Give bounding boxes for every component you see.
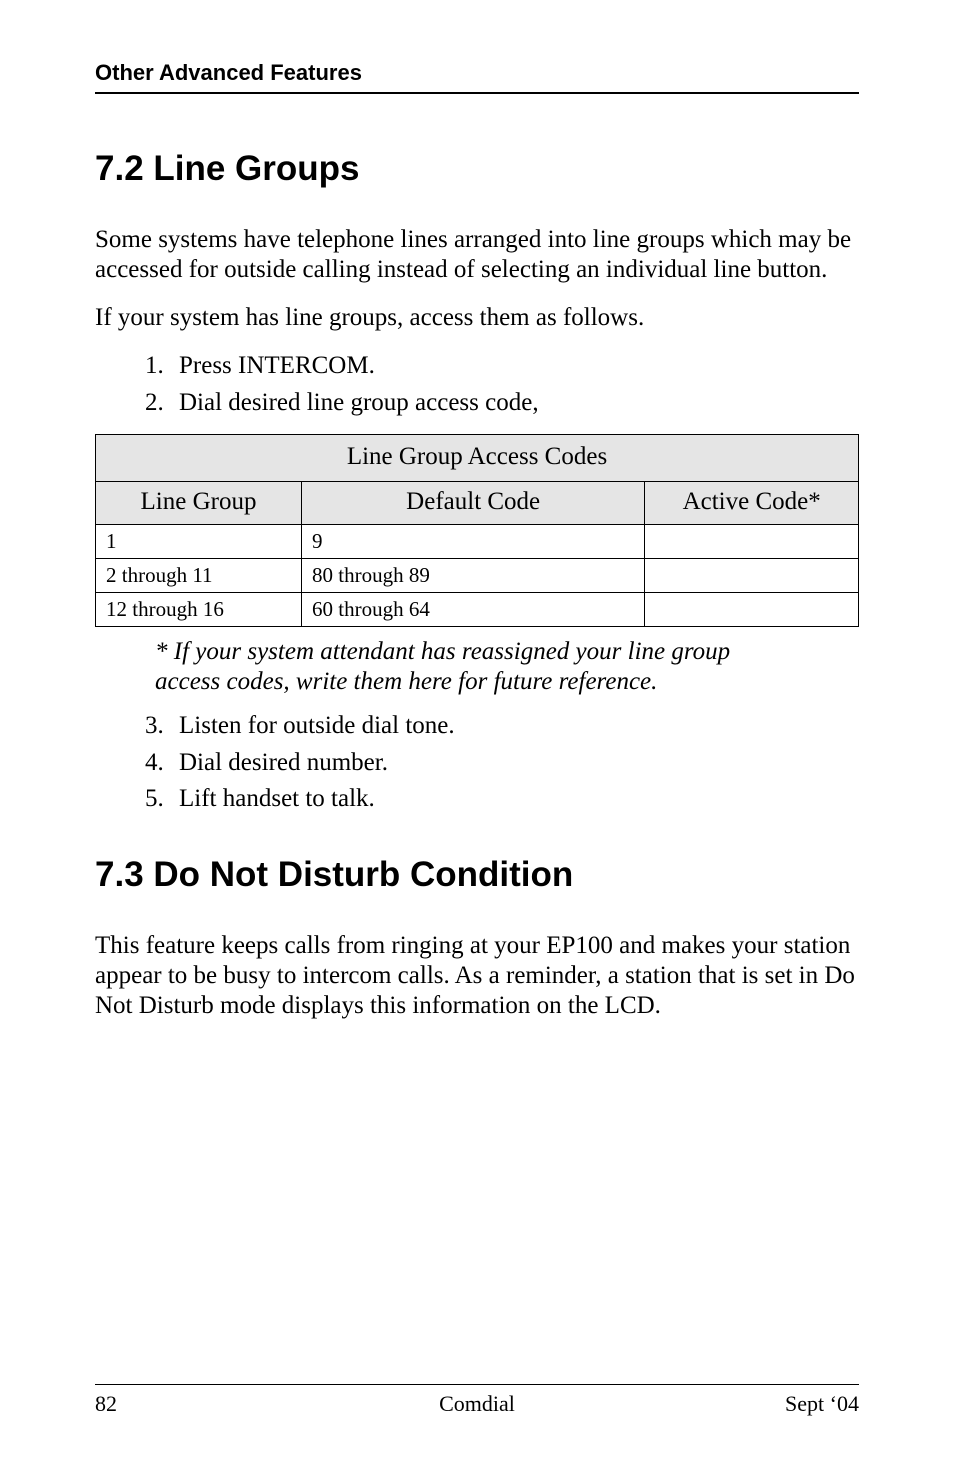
brand-label: Comdial [439,1391,515,1417]
cell [645,593,859,627]
list-item: 5. Lift handset to talk. [145,784,859,815]
cell [645,525,859,559]
table-row: 1 9 [96,525,859,559]
col-header: Default Code [302,482,645,525]
cell: 2 through 11 [96,559,302,593]
col-header: Line Group [96,482,302,525]
list-text: Dial desired number. [179,748,388,779]
list-number: 4. [145,748,179,779]
paragraph: Some systems have telephone lines arrang… [95,225,859,285]
list-item: 3. Listen for outside dial tone. [145,711,859,742]
list-text: Lift handset to talk. [179,784,375,815]
table-title-row: Line Group Access Codes [96,435,859,482]
list-item: 1. Press INTERCOM. [145,351,859,382]
page: Other Advanced Features 7.2 Line Groups … [0,0,954,1475]
note: * If your system attendant has reassigne… [155,637,799,697]
cell [645,559,859,593]
section-title-1: 7.2 Line Groups [95,149,859,189]
cell: 80 through 89 [302,559,645,593]
paragraph: If your system has line groups, access t… [95,303,859,333]
table-row: 12 through 16 60 through 64 [96,593,859,627]
footer: 82 Comdial Sept ‘04 [95,1384,859,1417]
list-text: Dial desired line group access code, [179,388,539,419]
table-title: Line Group Access Codes [96,435,859,482]
paragraph: This feature keeps calls from ringing at… [95,931,859,1021]
running-head: Other Advanced Features [95,60,859,94]
list-number: 1. [145,351,179,382]
table-row: 2 through 11 80 through 89 [96,559,859,593]
page-number: 82 [95,1391,117,1417]
list-item: 2. Dial desired line group access code, [145,388,859,419]
section-title-2: 7.3 Do Not Disturb Condition [95,855,859,895]
cell: 60 through 64 [302,593,645,627]
cell: 1 [96,525,302,559]
cell: 12 through 16 [96,593,302,627]
cell: 9 [302,525,645,559]
list-text: Listen for outside dial tone. [179,711,455,742]
list-number: 3. [145,711,179,742]
list-number: 5. [145,784,179,815]
pub-date: Sept ‘04 [785,1391,859,1417]
table-header-row: Line Group Default Code Active Code* [96,482,859,525]
access-codes-table: Line Group Access Codes Line Group Defau… [95,434,859,627]
list-text: Press INTERCOM. [179,351,375,382]
col-header: Active Code* [645,482,859,525]
list-number: 2. [145,388,179,419]
list-item: 4. Dial desired number. [145,748,859,779]
